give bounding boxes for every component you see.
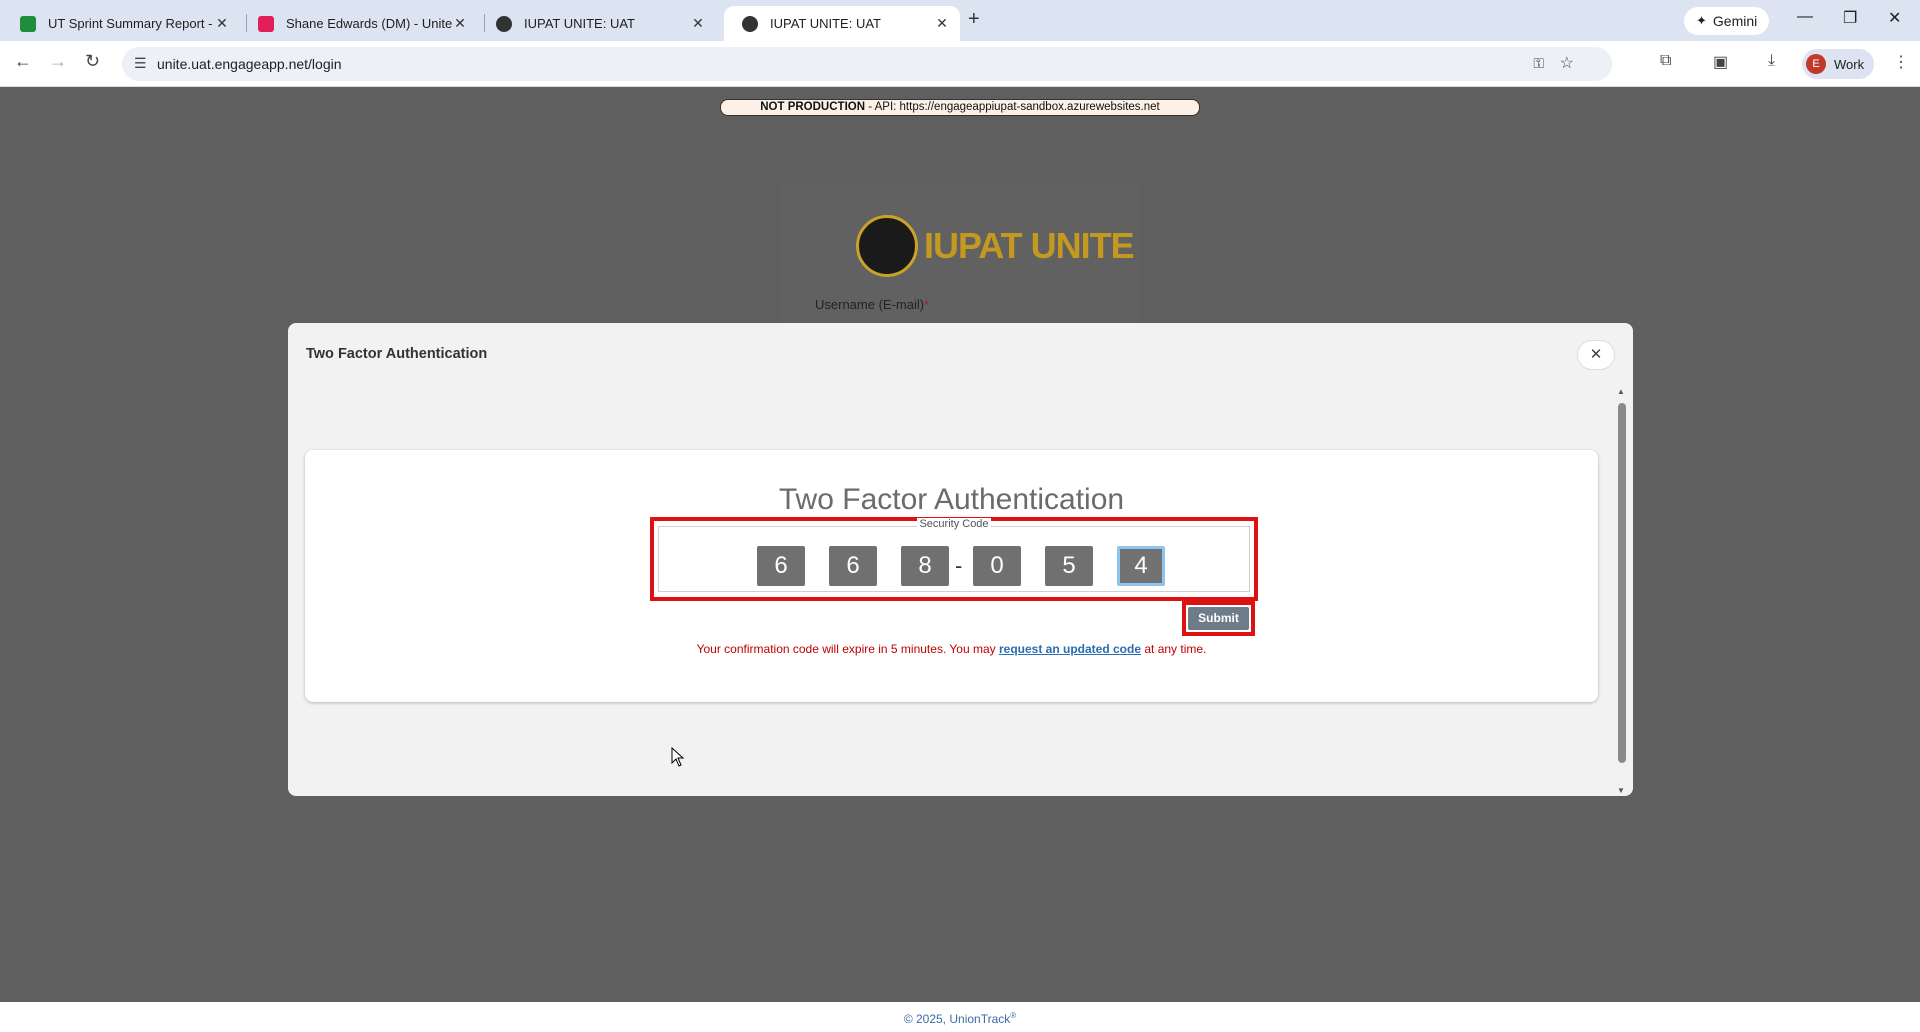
code-digit-6[interactable]: 4: [1117, 546, 1165, 586]
scroll-down-icon[interactable]: ▼: [1617, 786, 1625, 795]
banner-api-text: - API: https://engageappiupat-sandbox.az…: [865, 101, 1160, 113]
close-window-icon[interactable]: ✕: [1888, 8, 1901, 28]
code-digit-5[interactable]: 5: [1045, 546, 1093, 586]
environment-banner: NOT PRODUCTION - API: https://engageappi…: [720, 99, 1200, 116]
browser-menu-icon[interactable]: ⋮: [1893, 52, 1909, 72]
google-sheets-icon: [20, 15, 36, 32]
extensions-icon[interactable]: ⧉: [1660, 52, 1671, 70]
close-tab-icon[interactable]: ✕: [452, 15, 468, 32]
required-mark: *: [924, 297, 930, 312]
scrollbar-thumb[interactable]: [1618, 403, 1626, 763]
submit-highlight: Submit: [1182, 601, 1255, 636]
close-tab-icon[interactable]: ✕: [690, 15, 706, 32]
bookmark-star-icon[interactable]: ☆: [1560, 53, 1574, 73]
browser-tab-bar: UT Sprint Summary Report - Go ✕ Shane Ed…: [0, 0, 1920, 41]
profile-label: Work: [1834, 56, 1865, 72]
registered-mark: ®: [1010, 1011, 1017, 1020]
profile-button[interactable]: E Work: [1802, 49, 1875, 79]
username-label: Username (E-mail)*: [815, 297, 929, 312]
footer-text: © 2025, UnionTrack: [903, 1012, 1011, 1026]
request-updated-code-link[interactable]: request an updated code: [999, 642, 1141, 656]
browser-toolbar: ← → ↻ ☰ unite.uat.engageapp.net/login ⚿ …: [0, 41, 1920, 87]
gemini-label: Gemini: [1712, 13, 1758, 29]
close-icon[interactable]: ✕: [1577, 340, 1615, 370]
browser-tab-iupat-1[interactable]: IUPAT UNITE: UAT ✕: [478, 6, 716, 41]
iupat-favicon-icon: [742, 15, 758, 32]
scroll-up-icon[interactable]: ▲: [1617, 387, 1625, 396]
code-digit-2[interactable]: 6: [829, 546, 877, 586]
iupat-favicon-icon: [496, 15, 512, 32]
expiration-message: Your confirmation code will expire in 5 …: [305, 642, 1598, 656]
code-digit-4[interactable]: 0: [973, 546, 1021, 586]
banner-label: NOT PRODUCTION: [760, 101, 866, 113]
close-tab-icon[interactable]: ✕: [934, 15, 950, 32]
browser-tab-slack-dm[interactable]: Shane Edwards (DM) - Unite - S ✕: [240, 6, 478, 41]
address-bar[interactable]: ☰ unite.uat.engageapp.net/login ⚿ ☆: [122, 47, 1612, 81]
expire-text-before: Your confirmation code will expire in 5 …: [696, 642, 999, 656]
security-code-label: Security Code: [659, 518, 1249, 530]
code-digit-3[interactable]: 8: [901, 546, 949, 586]
iupat-logo: IUPAT UNITE: [856, 215, 1135, 277]
page-footer: © 2025, UnionTrack®: [0, 1002, 1920, 1032]
username-label-text: Username (E-mail): [815, 297, 925, 312]
submit-button[interactable]: Submit: [1188, 607, 1249, 630]
logo-text: IUPAT UNITE: [924, 225, 1135, 266]
tab-title: IUPAT UNITE: UAT: [770, 16, 881, 31]
gemini-sparkle-icon: ✦: [1696, 13, 1707, 28]
forward-arrow-icon[interactable]: →: [49, 51, 67, 72]
profile-avatar: E: [1806, 54, 1826, 74]
close-tab-icon[interactable]: ✕: [214, 15, 230, 32]
slack-icon: [258, 15, 274, 32]
two-factor-modal: Two Factor Authentication ✕ Two Factor A…: [288, 323, 1633, 796]
security-code-fieldset: Security Code 6 6 8 - 0 5 4: [658, 518, 1250, 592]
password-key-icon[interactable]: ⚿: [1533, 55, 1544, 72]
mouse-cursor-icon: [671, 747, 685, 767]
download-icon[interactable]: ⤓: [1768, 52, 1775, 70]
expire-text-after: at any time.: [1141, 642, 1207, 656]
code-separator: -: [955, 553, 963, 578]
security-code-highlight: Security Code 6 6 8 - 0 5 4: [650, 517, 1258, 601]
restore-icon[interactable]: ❐: [1843, 8, 1857, 28]
browser-tab-sprint-report[interactable]: UT Sprint Summary Report - Go ✕: [2, 6, 240, 41]
tab-title: Shane Edwards (DM) - Unite - S: [286, 16, 452, 31]
two-factor-heading: Two Factor Authentication: [778, 483, 1125, 516]
modal-scrollbar[interactable]: ▲ ▼: [1617, 387, 1627, 795]
url-text[interactable]: unite.uat.engageapp.net/login: [157, 56, 342, 72]
back-arrow-icon[interactable]: ←: [14, 51, 32, 72]
site-info-icon[interactable]: ☰: [134, 55, 147, 72]
modal-title: Two Factor Authentication: [306, 346, 488, 362]
iupat-emblem-icon: [856, 215, 918, 277]
minimize-icon[interactable]: —: [1797, 8, 1813, 26]
tab-title: IUPAT UNITE: UAT: [524, 16, 635, 31]
gemini-button[interactable]: ✦ Gemini: [1684, 7, 1770, 35]
browser-tab-iupat-active[interactable]: IUPAT UNITE: UAT ✕: [724, 6, 960, 41]
two-factor-card: Two Factor Authentication Security Code …: [305, 450, 1598, 702]
code-digit-1[interactable]: 6: [757, 546, 805, 586]
tab-search-icon[interactable]: ▣: [1713, 52, 1728, 72]
reload-icon[interactable]: ↻: [85, 51, 100, 72]
new-tab-icon[interactable]: +: [968, 8, 980, 31]
security-code-label-text: Security Code: [917, 518, 991, 530]
tab-title: UT Sprint Summary Report - Go: [48, 16, 214, 31]
